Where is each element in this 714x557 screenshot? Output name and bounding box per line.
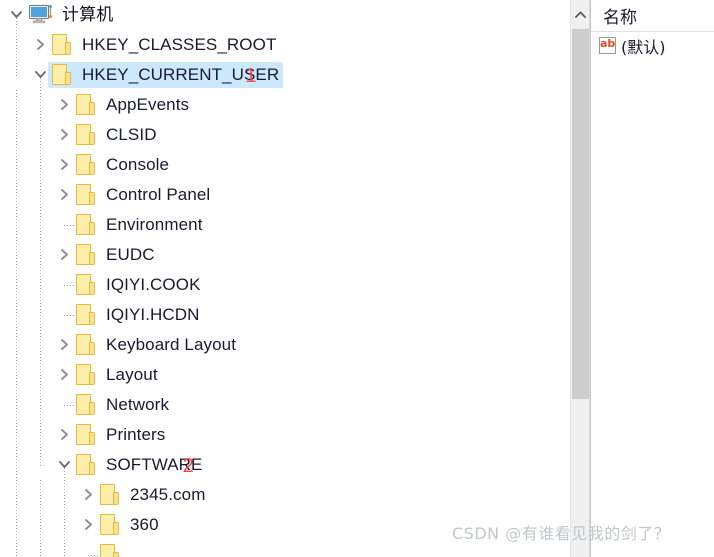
folder-icon [76, 153, 96, 177]
computer-monitor-icon [28, 4, 54, 26]
folder-icon [76, 393, 96, 417]
tree-expander-leaf [54, 270, 76, 300]
tree-expander-collapsed[interactable] [54, 90, 76, 120]
tree-expander-collapsed[interactable] [54, 180, 76, 210]
tree-item-label: HKEY_CLASSES_ROOT [82, 34, 277, 54]
value-list-row[interactable]: ab (默认) [591, 32, 714, 60]
tree-item-label: 计算机 [62, 4, 114, 24]
folder-icon [76, 453, 96, 477]
tree-item-label: Environment [106, 214, 203, 234]
folder-icon [100, 543, 120, 557]
value-list-column-header[interactable]: 名称 [591, 0, 714, 32]
chevron-up-icon [574, 5, 586, 23]
folder-icon [52, 33, 72, 57]
tree-item-label: Control Panel [106, 184, 211, 204]
tree-item-label: 360 [130, 514, 159, 534]
ab-string-value-icon: ab [599, 37, 617, 55]
folder-icon [76, 123, 96, 147]
folder-icon [76, 303, 96, 327]
tree-item[interactable]: HKEY_CLASSES_ROOT [0, 30, 589, 60]
tree-item-label: Console [106, 154, 170, 174]
folder-icon [76, 243, 96, 267]
scrollbar-up-button[interactable] [571, 0, 589, 28]
tree-item[interactable]: 计算机 [0, 0, 589, 30]
tree-item[interactable]: Environment [0, 210, 589, 240]
tree-item[interactable]: Keyboard Layout [0, 330, 589, 360]
tree-expander-collapsed[interactable] [78, 510, 100, 540]
tree-item-label: IQIYI.COOK [106, 274, 201, 294]
tree-item[interactable]: IQIYI.COOK [0, 270, 589, 300]
tree-expander-collapsed[interactable] [78, 480, 100, 510]
tree-item-label: 2345.com [130, 484, 206, 504]
tree-expander-collapsed[interactable] [54, 240, 76, 270]
registry-editor-window: 计算机 HKEY_CLASSES_ROOT HKEY_CURRENT_USER App… [0, 0, 714, 557]
tree-item[interactable]: EUDC [0, 240, 589, 270]
folder-icon [76, 183, 96, 207]
tree-vertical-scrollbar[interactable] [570, 0, 589, 557]
tree-item-label: Keyboard Layout [106, 334, 237, 354]
tree-item[interactable]: Console [0, 150, 589, 180]
tree-expander-expanded[interactable] [54, 450, 76, 480]
folder-icon [76, 363, 96, 387]
registry-value-list[interactable]: 名称 ab (默认) [590, 0, 714, 557]
tree-item-label: CLSID [106, 124, 157, 144]
tree-item-label: EUDC [106, 244, 155, 264]
tree-item-label: IQIYI.HCDN [106, 304, 200, 324]
tree-expander-collapsed[interactable] [54, 150, 76, 180]
tree-expander-leaf [54, 390, 76, 420]
tree-item[interactable]: IQIYI.HCDN [0, 300, 589, 330]
tree-expander-collapsed[interactable] [30, 30, 52, 60]
tree-item-label: Network [106, 394, 170, 414]
tree-expander-leaf [54, 210, 76, 240]
folder-icon [100, 483, 120, 507]
tree-item[interactable]: CLSID [0, 120, 589, 150]
tree-expander-expanded[interactable] [6, 0, 28, 30]
column-header-name: 名称 [603, 8, 637, 28]
red-annotation-2: 2 [182, 455, 194, 477]
tree-item[interactable]: SOFTWARE [0, 450, 589, 480]
tree-item[interactable]: 2345.com [0, 480, 589, 510]
tree-item[interactable] [0, 540, 589, 557]
folder-icon [52, 63, 72, 87]
red-annotation-1: 1 [245, 65, 257, 87]
tree-item[interactable]: Printers [0, 420, 589, 450]
folder-icon [76, 93, 96, 117]
tree-expander-expanded[interactable] [30, 60, 52, 90]
tree-item[interactable]: AppEvents [0, 90, 589, 120]
tree-expander-leaf [54, 300, 76, 330]
tree-item[interactable]: Network [0, 390, 589, 420]
folder-icon [76, 423, 96, 447]
value-name-label: (默认) [621, 38, 666, 57]
tree-item[interactable]: Layout [0, 360, 589, 390]
folder-icon [76, 333, 96, 357]
scrollbar-thumb[interactable] [572, 29, 589, 399]
folder-icon [76, 273, 96, 297]
tree-item-label: Printers [106, 424, 166, 444]
tree-item[interactable]: HKEY_CURRENT_USER [0, 60, 589, 90]
folder-icon [76, 213, 96, 237]
tree-item[interactable]: 360 [0, 510, 589, 540]
tree-expander-leaf [78, 540, 100, 557]
tree-item-label: AppEvents [106, 94, 190, 114]
tree-expander-collapsed[interactable] [54, 330, 76, 360]
tree-item-label [128, 553, 134, 557]
tree-item-label: Layout [106, 364, 158, 384]
folder-icon [100, 513, 120, 537]
tree-expander-collapsed[interactable] [54, 120, 76, 150]
tree-expander-collapsed[interactable] [54, 360, 76, 390]
registry-key-tree[interactable]: 计算机 HKEY_CLASSES_ROOT HKEY_CURRENT_USER App… [0, 0, 590, 557]
tree-item[interactable]: Control Panel [0, 180, 589, 210]
tree-expander-collapsed[interactable] [54, 420, 76, 450]
